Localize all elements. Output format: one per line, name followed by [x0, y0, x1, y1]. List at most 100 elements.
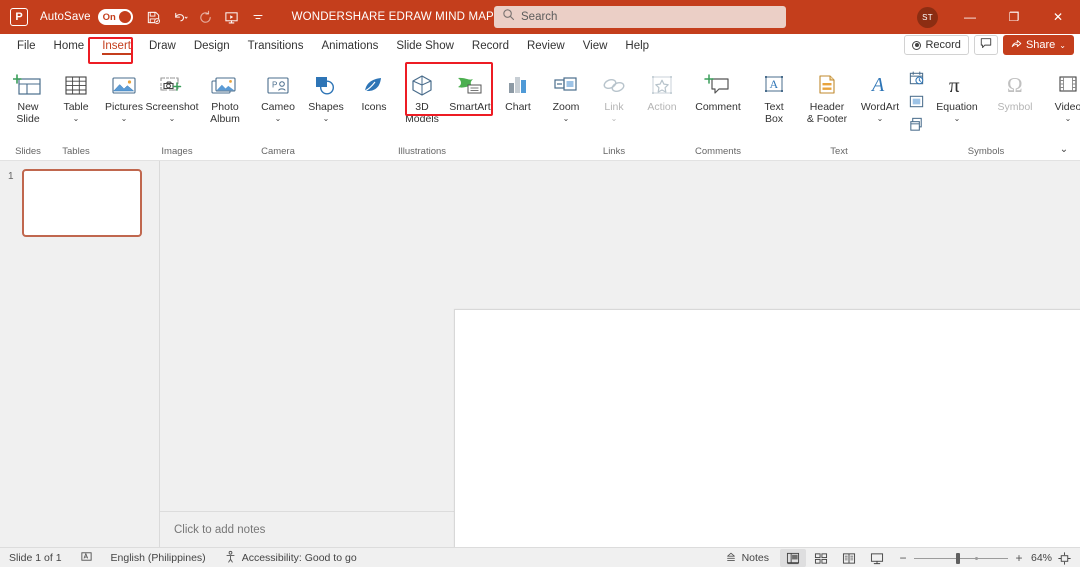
smartart-button[interactable]: SmartArt	[446, 62, 494, 114]
chevron-down-icon[interactable]: ⌄	[563, 114, 570, 123]
redo-icon[interactable]	[194, 5, 218, 29]
tab-view[interactable]: View	[574, 37, 617, 55]
autosave-label: AutoSave	[40, 11, 91, 23]
save-icon[interactable]	[142, 5, 166, 29]
chart-button[interactable]: Chart	[494, 62, 542, 114]
start-presentation-icon[interactable]	[220, 5, 244, 29]
reading-view-button[interactable]	[836, 549, 862, 567]
icons-button[interactable]: Icons	[350, 62, 398, 114]
zoom-level-label[interactable]: 64%	[1026, 552, 1052, 564]
slide-show-button[interactable]	[864, 549, 890, 567]
status-bar: Slide 1 of 1 English (Philippines) Acces…	[0, 547, 1080, 567]
tab-animations[interactable]: Animations	[312, 37, 387, 55]
window-controls: ST — ❐ ✕	[917, 0, 1080, 34]
collapse-ribbon-button[interactable]: ⌄	[1054, 140, 1074, 158]
slide-thumbnail-pane[interactable]: 1	[0, 161, 160, 547]
new-comment-button[interactable]: Comment	[686, 62, 750, 114]
tab-design[interactable]: Design	[185, 37, 239, 55]
chevron-down-icon[interactable]: ⌄	[121, 114, 128, 123]
normal-view-button[interactable]	[780, 549, 806, 567]
slide-thumbnail-1[interactable]	[22, 169, 142, 237]
spell-check-button[interactable]	[71, 550, 102, 566]
video-button[interactable]: Video ⌄	[1044, 62, 1080, 123]
zoom-slider-track[interactable]	[914, 552, 1008, 564]
tab-help[interactable]: Help	[616, 37, 658, 55]
svg-text:A: A	[770, 77, 779, 91]
chevron-down-icon[interactable]: ⌄	[73, 114, 80, 123]
tab-draw[interactable]: Draw	[140, 37, 185, 55]
accessibility-checker-button[interactable]: Accessibility: Good to go	[215, 550, 366, 566]
customize-quick-access-toolbar-icon[interactable]	[246, 5, 270, 29]
tab-insert[interactable]: Insert	[93, 37, 140, 55]
chevron-down-icon[interactable]: ⌄	[1065, 114, 1072, 123]
new-slide-label: New Slide	[16, 101, 40, 125]
chevron-down-icon[interactable]: ⌄	[169, 114, 176, 123]
ribbon: New Slide Slides Table ⌄ Tables Pictures…	[0, 58, 1080, 161]
slide-sorter-view-button[interactable]	[808, 549, 834, 567]
chevron-down-icon[interactable]: ⌄	[275, 114, 282, 123]
language-indicator[interactable]: English (Philippines)	[102, 552, 215, 564]
close-button[interactable]: ✕	[1036, 0, 1080, 34]
header-footer-button[interactable]: Header & Footer	[798, 62, 856, 125]
autosave-toggle[interactable]: On	[97, 9, 133, 25]
chevron-down-icon[interactable]: ⌄	[877, 114, 884, 123]
notes-button[interactable]: Notes	[716, 551, 778, 566]
share-button[interactable]: Share ⌄	[1002, 35, 1074, 55]
list-item[interactable]: 1	[0, 169, 159, 237]
screenshot-button[interactable]: Screenshot ⌄	[145, 62, 199, 123]
slide-count-indicator[interactable]: Slide 1 of 1	[0, 552, 71, 564]
photo-album-button[interactable]: Photo Album	[196, 62, 254, 125]
new-slide-button[interactable]: New Slide	[4, 62, 52, 125]
share-chevron-down-icon: ⌄	[1059, 40, 1066, 50]
fit-slide-to-window-icon[interactable]	[1054, 549, 1074, 567]
text-box-button[interactable]: A Text Box	[750, 62, 798, 125]
zoom-button[interactable]: Zoom ⌄	[542, 62, 590, 123]
record-button[interactable]: Record	[904, 35, 969, 55]
search-input[interactable]	[521, 11, 761, 23]
new-comment-icon	[703, 67, 733, 99]
svg-text:π: π	[949, 73, 960, 97]
notes-button-label: Notes	[741, 552, 769, 564]
zoom-slider-control[interactable]: − +	[898, 551, 1024, 565]
chevron-down-icon[interactable]: ⌄	[954, 114, 961, 123]
wordart-button[interactable]: A WordArt ⌄	[856, 62, 904, 123]
equation-label: Equation	[936, 101, 978, 113]
zoom-out-button[interactable]: −	[898, 551, 908, 565]
slide-number-icon[interactable]	[906, 91, 926, 111]
tab-slide-show[interactable]: Slide Show	[387, 37, 463, 55]
symbol-button: Ω Symbol	[986, 62, 1044, 114]
equation-button[interactable]: π Equation ⌄	[928, 62, 986, 123]
smartart-label: SmartArt	[449, 101, 491, 113]
comments-button[interactable]	[973, 35, 998, 55]
tab-transitions[interactable]: Transitions	[239, 37, 313, 55]
ribbon-group-symbols: π Equation ⌄ Ω Symbol Symbols	[928, 58, 1044, 159]
shapes-button[interactable]: Shapes ⌄	[302, 62, 350, 123]
3d-models-button[interactable]: 3D Models	[398, 62, 446, 125]
avatar[interactable]: ST	[917, 6, 938, 28]
restore-button[interactable]: ❐	[992, 0, 1036, 34]
pictures-button[interactable]: Pictures ⌄	[100, 62, 148, 123]
tab-file[interactable]: File	[8, 37, 45, 55]
screenshot-icon	[157, 67, 187, 99]
tab-review[interactable]: Review	[518, 37, 574, 55]
ribbon-group-slides: New Slide Slides	[4, 58, 52, 159]
spell-check-icon	[80, 550, 93, 566]
tab-record[interactable]: Record	[463, 37, 518, 55]
chevron-down-icon[interactable]: ⌄	[323, 114, 330, 123]
cameo-button[interactable]: P Cameo ⌄	[254, 62, 302, 123]
group-label-slides: Slides	[15, 146, 41, 157]
work-area: 1 Click to add notes	[0, 161, 1080, 567]
undo-icon[interactable]	[168, 5, 192, 29]
slide-count-label: Slide 1 of 1	[9, 551, 62, 564]
date-and-time-icon[interactable]	[906, 68, 926, 88]
object-icon[interactable]	[906, 114, 926, 134]
slide-canvas[interactable]	[454, 309, 1080, 567]
ribbon-group-illustrations: Shapes ⌄ Icons 3D Models SmartArt Chart …	[302, 58, 542, 159]
zoom-in-button[interactable]: +	[1014, 551, 1024, 565]
zoom-slider-handle[interactable]	[956, 552, 960, 564]
table-button[interactable]: Table ⌄	[52, 62, 100, 123]
tab-home[interactable]: Home	[45, 37, 94, 55]
shapes-label: Shapes	[308, 101, 344, 113]
search-box[interactable]	[494, 6, 786, 28]
minimize-button[interactable]: —	[948, 0, 992, 34]
